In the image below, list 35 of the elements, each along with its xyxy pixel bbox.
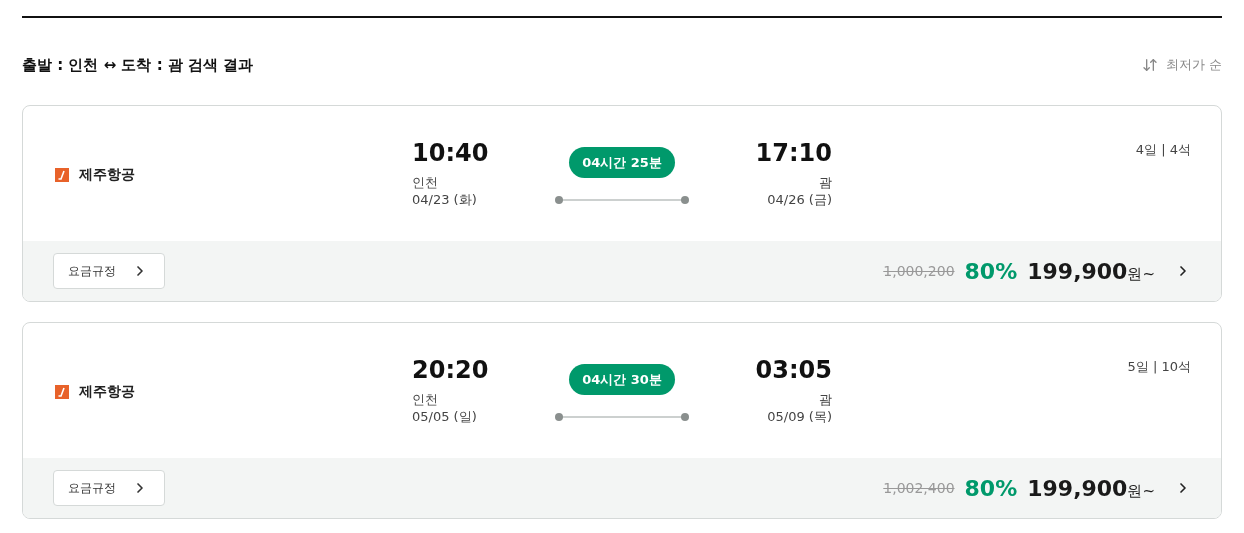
arrival-city: 괌	[819, 174, 832, 191]
stay-seats: 4일 | 4석	[1135, 140, 1191, 160]
airline-name: 제주항공	[79, 382, 135, 401]
fare-rule-button[interactable]: 요금규정	[53, 470, 165, 506]
original-price: 1,000,200	[883, 261, 955, 281]
arrival-time: 03:05	[755, 355, 832, 385]
sort-icon	[1141, 57, 1158, 73]
sale-price: 199,900	[1027, 257, 1128, 286]
sale-price: 199,900	[1027, 474, 1128, 503]
stay-seats: 5일 | 10석	[1127, 357, 1191, 377]
duration-badge: 04시간 30분	[569, 364, 675, 395]
price-unit: 원~	[1127, 264, 1155, 285]
arrival-date: 04/26 (금)	[767, 191, 832, 208]
fare-rule-button[interactable]: 요금규정	[53, 253, 165, 289]
price-unit: 원~	[1127, 481, 1155, 502]
discount-rate: 80%	[964, 257, 1018, 286]
arrival-date: 05/09 (목)	[767, 408, 832, 425]
airline-logo-icon	[55, 167, 69, 182]
search-result-title: 출발 : 인천 ↔ 도착 : 괌 검색 결과	[22, 54, 254, 76]
arrival-city: 괌	[819, 391, 832, 408]
flight-card[interactable]: 제주항공 10:40 인천 04/23 (화) 04시간 25분 17:10 괌 04/26 (금) 4일 | 4석 요금규정 1,000,200 80% 199,900원~	[22, 105, 1222, 302]
airline-name: 제주항공	[79, 165, 135, 184]
discount-rate: 80%	[964, 474, 1018, 503]
duration-badge: 04시간 25분	[569, 147, 675, 178]
flight-card[interactable]: 제주항공 20:20 인천 05/05 (일) 04시간 30분 03:05 괌 05/09 (목) 5일 | 10석 요금규정 1,002,400 80% 199,900원~	[22, 322, 1222, 519]
departure-city: 인천	[412, 391, 439, 408]
sort-button[interactable]: 최저가 순	[1141, 55, 1222, 75]
departure-city: 인천	[412, 174, 439, 191]
arrival-time: 17:10	[755, 138, 832, 168]
departure-time: 20:20	[412, 355, 490, 385]
original-price: 1,002,400	[883, 478, 955, 498]
departure-date: 04/23 (화)	[412, 191, 478, 208]
departure-date: 05/05 (일)	[412, 408, 478, 425]
airline-logo-icon	[55, 384, 69, 399]
departure-time: 10:40	[412, 138, 490, 168]
